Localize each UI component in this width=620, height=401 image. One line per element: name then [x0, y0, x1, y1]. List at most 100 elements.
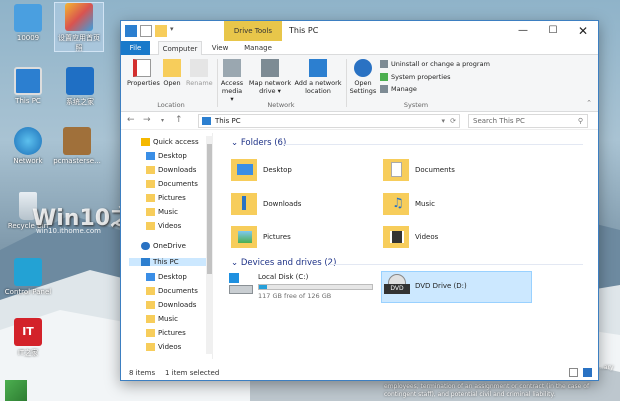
- folder-icon: [146, 152, 155, 160]
- up-button[interactable]: ↑: [175, 115, 183, 125]
- videos-icon: [146, 222, 155, 230]
- back-button[interactable]: ←: [127, 115, 135, 125]
- minimize-button[interactable]: —: [508, 21, 538, 41]
- wallpaper-caption: employees, termination of an assignment …: [384, 383, 590, 398]
- desktop-icon-pcmaster[interactable]: pcmasterse...: [52, 127, 102, 165]
- nav-item-downloads[interactable]: Downloads: [146, 166, 196, 174]
- system-properties-button[interactable]: System properties: [380, 73, 450, 81]
- search-input[interactable]: Search This PC ⚲: [468, 114, 588, 128]
- devices-header[interactable]: ⌄ Devices and drives (2): [231, 258, 336, 268]
- details-view-icon[interactable]: [569, 368, 578, 377]
- forward-button[interactable]: →: [143, 115, 151, 125]
- customize-chevron-icon[interactable]: ▾: [170, 25, 182, 37]
- network-location-icon: [309, 59, 327, 77]
- nav-item-pc-desktop[interactable]: Desktop: [146, 273, 187, 281]
- desktop-icon-this-pc[interactable]: This PC: [3, 67, 53, 105]
- desktop-icon-label: pcmasterse...: [53, 157, 101, 165]
- access-media-button[interactable]: Access media ▾: [220, 59, 244, 103]
- network-drive-icon: [261, 59, 279, 77]
- system-properties-label: System properties: [391, 73, 451, 81]
- tab-manage[interactable]: Manage: [239, 41, 277, 55]
- folders-header[interactable]: ⌄ Folders (6): [231, 138, 286, 148]
- address-box[interactable]: This PC ▾ ⟳: [198, 114, 460, 128]
- folder-item-documents[interactable]: Documents: [383, 159, 455, 181]
- uninstall-program-button[interactable]: Uninstall or change a program: [380, 60, 490, 68]
- folder-item-pictures[interactable]: Pictures: [231, 226, 291, 248]
- this-pc-icon[interactable]: [125, 25, 137, 37]
- desktop-icon-label: This PC: [15, 97, 41, 105]
- folder-item-videos[interactable]: Videos: [383, 226, 438, 248]
- control-panel-icon: [14, 258, 42, 286]
- rename-button[interactable]: Rename: [186, 59, 213, 87]
- nav-item-onedrive[interactable]: OneDrive: [141, 242, 186, 250]
- properties-check-icon: [133, 59, 151, 77]
- map-network-drive-button[interactable]: Map network drive ▾: [248, 59, 292, 95]
- tab-view[interactable]: View: [207, 41, 233, 55]
- folder-item-downloads[interactable]: Downloads: [231, 193, 301, 215]
- open-settings-button[interactable]: Open Settings: [349, 59, 377, 95]
- drive-name: Local Disk (C:): [258, 273, 309, 281]
- manage-button[interactable]: Manage: [380, 85, 417, 93]
- nav-item-pc-videos[interactable]: Videos: [146, 343, 181, 351]
- this-pc-icon: [202, 117, 211, 125]
- properties-icon[interactable]: [140, 25, 152, 37]
- tab-file[interactable]: File: [121, 41, 150, 55]
- desktop-icon-control-panel[interactable]: Control Panel: [3, 258, 53, 296]
- drive-item-local-disk[interactable]: Local Disk (C:) 117 GB free of 126 GB: [227, 273, 377, 305]
- scrollbar-thumb[interactable]: [207, 144, 212, 274]
- address-dropdown-chevron-icon[interactable]: ▾: [441, 115, 445, 127]
- open-button[interactable]: Open: [161, 59, 183, 87]
- rename-label: Rename: [186, 79, 213, 87]
- selection-count: 1 item selected: [165, 369, 220, 377]
- nav-item-pc-pictures[interactable]: Pictures: [146, 329, 186, 337]
- tab-computer[interactable]: Computer: [158, 41, 202, 55]
- nav-item-pc-documents[interactable]: Documents: [146, 287, 198, 295]
- folder-item-desktop[interactable]: Desktop: [231, 159, 292, 181]
- desktop-icon-label: IT之家: [17, 349, 39, 357]
- pictures-icon: [146, 194, 155, 202]
- file-explorer-window: ▾ Drive Tools This PC — ☐ ✕ File Compute…: [120, 20, 599, 381]
- recent-locations-chevron-icon[interactable]: ▾: [161, 117, 164, 124]
- nav-item-pictures[interactable]: Pictures: [146, 194, 186, 202]
- ribbon-separator: [346, 59, 347, 107]
- desktop-icon-network[interactable]: Network: [3, 127, 53, 165]
- nav-item-videos[interactable]: Videos: [146, 222, 181, 230]
- maximize-button[interactable]: ☐: [538, 21, 568, 41]
- nav-item-pc-music[interactable]: Music: [146, 315, 178, 323]
- star-icon: [141, 138, 150, 146]
- title-bar[interactable]: ▾ Drive Tools This PC — ☐ ✕: [121, 21, 598, 41]
- close-button[interactable]: ✕: [568, 21, 598, 41]
- desktop-icon-system-home[interactable]: 系统之家: [55, 67, 105, 107]
- header-divider: [283, 144, 583, 145]
- collapse-ribbon-chevron-icon[interactable]: ⌃: [586, 99, 592, 107]
- desktop-icon-user[interactable]: 10009: [3, 4, 53, 42]
- header-divider: [329, 264, 583, 265]
- refresh-icon[interactable]: ⟳: [450, 115, 456, 127]
- add-network-location-button[interactable]: Add a network location: [293, 59, 343, 95]
- nav-item-pc-downloads[interactable]: Downloads: [146, 301, 196, 309]
- window-title: This PC: [289, 26, 319, 35]
- nav-scrollbar[interactable]: [206, 136, 213, 354]
- folder-item-music[interactable]: ♫ Music: [383, 193, 435, 215]
- drive-item-dvd[interactable]: DVD DVD Drive (D:): [381, 271, 532, 303]
- desktop-icon-settings-shortcut[interactable]: 设置应用首页 照: [54, 2, 104, 52]
- nav-item-documents[interactable]: Documents: [146, 180, 198, 188]
- search-icon: ⚲: [577, 117, 583, 125]
- properties-button[interactable]: Properties: [127, 59, 160, 87]
- desktop-icon-label: 10009: [16, 34, 40, 42]
- desktop-icon-ithome[interactable]: IT IT之家: [3, 318, 53, 358]
- nav-item-music[interactable]: Music: [146, 208, 178, 216]
- nav-item-this-pc[interactable]: This PC: [129, 258, 206, 266]
- large-icons-view-icon[interactable]: [583, 368, 592, 377]
- desktop-icon-partial[interactable]: [5, 380, 27, 401]
- desktop-icon-label: Network: [13, 157, 43, 165]
- media-icon: [223, 59, 241, 77]
- nav-item-quick-access[interactable]: Quick access: [141, 138, 199, 146]
- drive-tools-context-label: Drive Tools: [224, 21, 282, 41]
- nav-item-desktop[interactable]: Desktop: [146, 152, 187, 160]
- documents-icon: [146, 180, 155, 188]
- ribbon-tabs: File Computer View Manage: [121, 41, 598, 55]
- wallpaper-caption-side: ..ary: [600, 364, 614, 371]
- new-folder-icon[interactable]: [155, 25, 167, 37]
- open-label: Open: [163, 79, 181, 87]
